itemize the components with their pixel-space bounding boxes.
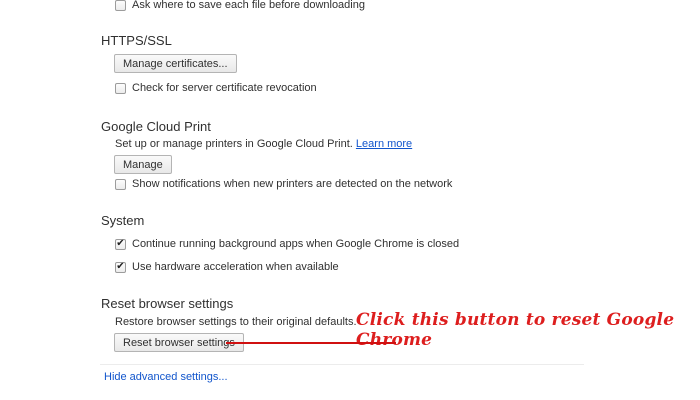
annotation-text: Click this button to reset Google Chrome — [356, 310, 675, 350]
reset-description: Restore browser settings to their origin… — [115, 316, 357, 328]
check-revocation-checkbox[interactable] — [115, 82, 126, 94]
checkmark-icon: ✔ — [116, 261, 125, 272]
ask-where-to-save-checkbox[interactable] — [115, 0, 126, 11]
manage-certificates-button[interactable]: Manage certificates... — [114, 54, 237, 73]
checkmark-icon: ✔ — [116, 238, 125, 249]
hide-advanced-settings-link[interactable]: Hide advanced settings... — [104, 371, 228, 383]
check-revocation-label: Check for server certificate revocation — [132, 82, 317, 94]
reset-browser-settings-button[interactable]: Reset browser settings — [114, 333, 244, 352]
ask-where-to-save-label: Ask where to save each file before downl… — [132, 0, 365, 11]
background-apps-label: Continue running background apps when Go… — [132, 238, 460, 250]
background-apps-row[interactable]: ✔ Continue running background apps when … — [115, 238, 459, 250]
printer-notifications-checkbox[interactable] — [115, 178, 126, 190]
check-revocation-row[interactable]: Check for server certificate revocation — [115, 82, 317, 94]
cloud-print-description-row: Set up or manage printers in Google Clou… — [115, 138, 412, 150]
background-apps-checkbox[interactable]: ✔ — [115, 238, 126, 250]
cloud-print-description: Set up or manage printers in Google Clou… — [115, 138, 353, 150]
hardware-acceleration-row[interactable]: ✔ Use hardware acceleration when availab… — [115, 261, 339, 273]
ask-where-to-save-row[interactable]: Ask where to save each file before downl… — [115, 0, 365, 11]
https-ssl-heading: HTTPS/SSL — [101, 33, 172, 48]
system-heading: System — [101, 213, 145, 228]
cloud-print-manage-button[interactable]: Manage — [114, 155, 172, 174]
hardware-acceleration-label: Use hardware acceleration when available — [132, 261, 339, 273]
hardware-acceleration-checkbox[interactable]: ✔ — [115, 261, 126, 273]
printer-notifications-row[interactable]: Show notifications when new printers are… — [115, 178, 452, 190]
section-divider — [100, 364, 584, 365]
cloud-print-heading: Google Cloud Print — [101, 119, 211, 134]
learn-more-link[interactable]: Learn more — [356, 138, 412, 150]
reset-heading: Reset browser settings — [101, 296, 234, 311]
annotation-underline — [226, 342, 396, 344]
printer-notifications-label: Show notifications when new printers are… — [132, 178, 453, 190]
